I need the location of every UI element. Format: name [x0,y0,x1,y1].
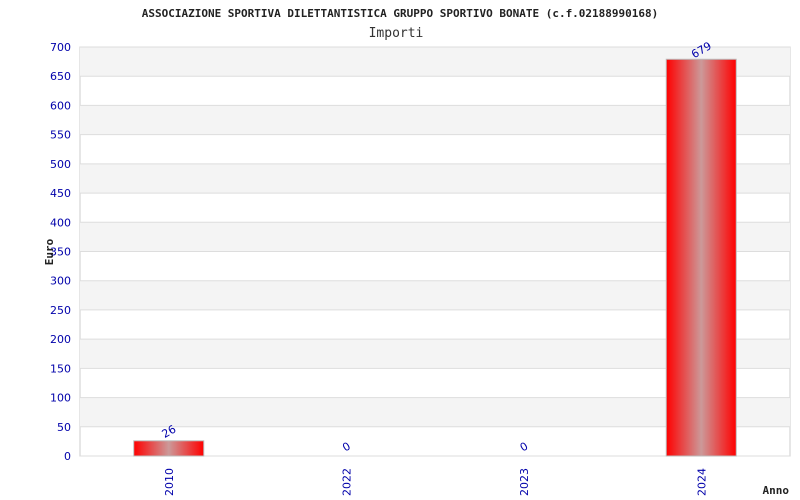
x-tick-label: 2024 [695,468,708,496]
x-tick-label: 2023 [518,468,531,496]
x-tick-label: 2022 [340,468,353,496]
x-tick-label: 2010 [163,468,176,496]
y-tick-label: 250 [50,304,71,317]
bar [133,440,205,457]
y-tick-label: 0 [64,450,71,463]
x-axis-ticks: 2010 2022 2023 2024 [163,468,709,496]
y-tick-label: 150 [50,362,71,375]
chart-title: ASSOCIAZIONE SPORTIVA DILETTANTISTICA GR… [142,7,659,20]
x-axis-label: Anno [763,484,790,497]
y-tick-label: 600 [50,99,71,112]
y-tick-label: 500 [50,158,71,171]
bar-chart: ASSOCIAZIONE SPORTIVA DILETTANTISTICA GR… [43,7,791,497]
y-tick-label: 450 [50,187,71,200]
y-tick-label: 700 [50,41,71,54]
y-tick-label: 650 [50,70,71,83]
bar [665,58,737,457]
chart-subtitle: Importi [369,26,424,41]
y-tick-label: 400 [50,216,71,229]
y-tick-label: 300 [50,275,71,288]
y-tick-label: 50 [57,421,71,434]
y-tick-label: 100 [50,392,71,405]
y-axis-label: Euro [43,238,56,265]
y-tick-label: 200 [50,333,71,346]
y-tick-label: 550 [50,129,71,142]
